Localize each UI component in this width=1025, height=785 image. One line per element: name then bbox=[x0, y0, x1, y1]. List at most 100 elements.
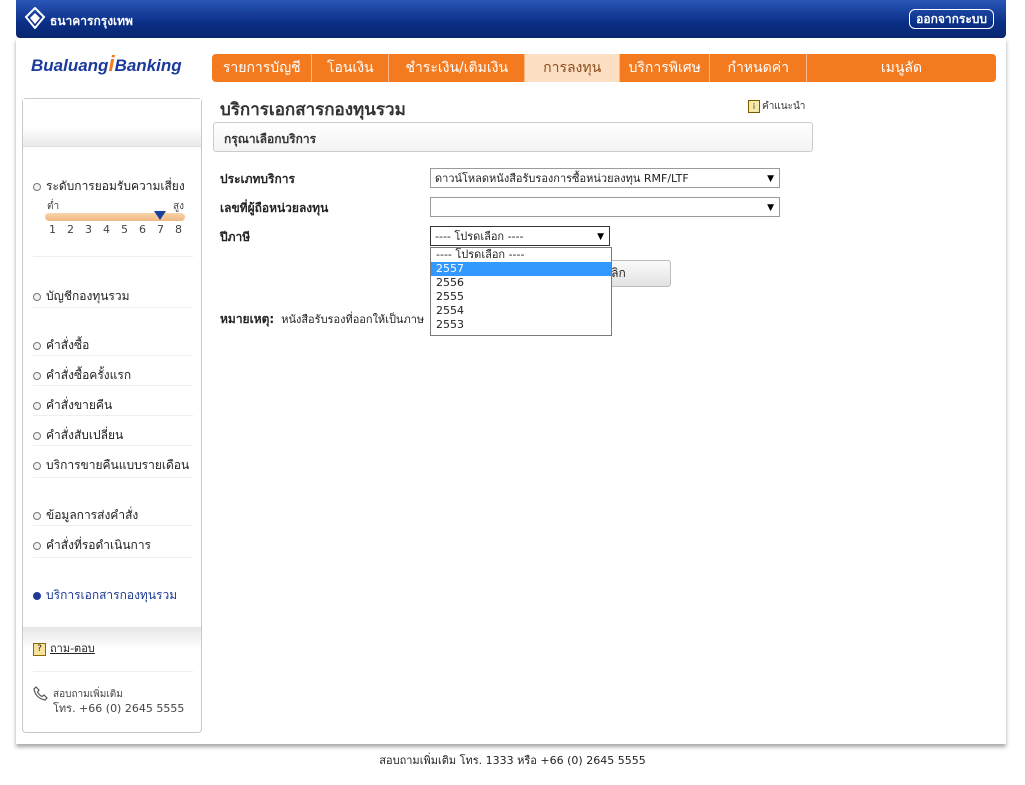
footer-contact: สอบถามเพิ่มเติม โทร. 1333 หรือ +66 (0) 2… bbox=[379, 754, 646, 767]
divider bbox=[33, 355, 193, 356]
bank-name: ธนาคารกรุงเทพ bbox=[50, 14, 133, 28]
bullet-icon bbox=[33, 182, 41, 191]
bualuang-ibanking-logo: BualuangiBanking bbox=[31, 51, 182, 77]
sidebar-item-label: บริการเอกสารกองทุนรวม bbox=[46, 588, 178, 602]
divider bbox=[33, 415, 193, 416]
risk-level-label[interactable]: ระดับการยอมรับความเสี่ยง bbox=[33, 177, 193, 196]
risk-scale-numbers: 12345678 bbox=[49, 223, 193, 236]
tax-year-dropdown-list: ---- โปรดเลือก ---- 2557 2556 2555 2554 … bbox=[430, 247, 612, 336]
logout-button[interactable]: ออกจากระบบ bbox=[909, 9, 994, 29]
bullet-icon bbox=[33, 401, 41, 410]
main-frame: BualuangiBanking รายการบัญชี โอนเงิน ชำร… bbox=[16, 38, 1006, 744]
risk-num: 8 bbox=[175, 223, 182, 236]
bullet-icon bbox=[33, 341, 41, 350]
sidebar-item-monthly-redeem[interactable]: บริการขายคืนแบบรายเดือน bbox=[33, 456, 193, 475]
faq-label: ถาม-ตอบ bbox=[50, 642, 95, 655]
risk-num: 5 bbox=[121, 223, 128, 236]
sidebar-item-fund-account[interactable]: บัญชีกองทุนรวม bbox=[33, 287, 193, 306]
sidebar-item-redeem-order[interactable]: คำสั่งขายคืน bbox=[33, 396, 193, 415]
divider bbox=[33, 557, 193, 558]
tab-accounts[interactable]: รายการบัญชี bbox=[212, 54, 313, 82]
brand-left-text: Bualuang bbox=[31, 56, 109, 75]
dropdown-option[interactable]: 2554 bbox=[431, 304, 611, 318]
divider bbox=[33, 525, 193, 526]
divider bbox=[33, 307, 193, 308]
contact-phone: โทร. +66 (0) 2645 5555 bbox=[53, 702, 185, 715]
top-header-bar: ธนาคารกรุงเทพ ออกจากระบบ bbox=[16, 0, 1006, 38]
bullet-icon bbox=[33, 292, 41, 301]
main-navigation: รายการบัญชี โอนเงิน ชำระเงิน/เติมเงิน กา… bbox=[212, 54, 996, 82]
note-label: หมายเหตุ: bbox=[220, 312, 275, 326]
tab-payment[interactable]: ชำระเงิน/เติมเงิน bbox=[389, 54, 526, 82]
bullet-icon bbox=[33, 371, 41, 380]
tab-transfer[interactable]: โอนเงิน bbox=[312, 54, 390, 82]
help-icon: i bbox=[748, 99, 760, 113]
sidebar-item-label: คำสั่งที่รอดำเนินการ bbox=[46, 538, 151, 552]
help-link[interactable]: i คำแนะนำ bbox=[748, 99, 805, 114]
chevron-down-icon: ▼ bbox=[767, 174, 774, 184]
risk-num: 6 bbox=[139, 223, 146, 236]
sidebar-item-fund-documents[interactable]: บริการเอกสารกองทุนรวม bbox=[33, 586, 193, 605]
risk-marker-icon bbox=[154, 211, 166, 220]
sidebar-item-switch-order[interactable]: คำสั่งสับเปลี่ยน bbox=[33, 426, 193, 445]
note: หมายเหตุ: หนังสือรับรองที่ออกให้เป็นภาษ bbox=[220, 310, 424, 329]
sidebar-item-label: คำสั่งซื้อ bbox=[46, 338, 90, 352]
risk-num: 1 bbox=[49, 223, 56, 236]
help-label: คำแนะนำ bbox=[762, 101, 806, 112]
risk-level-text: ระดับการยอมรับความเสี่ยง bbox=[46, 179, 185, 193]
panel-title: กรุณาเลือกบริการ bbox=[224, 132, 317, 146]
sidebar-item-label: คำสั่งขายคืน bbox=[46, 398, 113, 412]
tax-year-label: ปีภาษี bbox=[220, 230, 251, 244]
page-title: บริการเอกสารกองทุนรวม bbox=[220, 100, 406, 120]
risk-num: 3 bbox=[85, 223, 92, 236]
bullet-icon bbox=[33, 511, 41, 520]
chevron-down-icon: ▼ bbox=[597, 232, 604, 242]
unitholder-number-label: เลขที่ผู้ถือหน่วยลงทุน bbox=[220, 201, 329, 215]
sidebar-item-label: ข้อมูลการส่งคำสั่ง bbox=[46, 508, 139, 522]
service-type-value: ดาวน์โหลดหนังสือรับรองการซื้อหน่วยลงทุน … bbox=[435, 172, 689, 185]
risk-num: 4 bbox=[103, 223, 110, 236]
divider bbox=[33, 385, 193, 386]
dropdown-option-highlighted[interactable]: 2557 bbox=[431, 262, 611, 276]
divider bbox=[33, 671, 193, 672]
tab-settings[interactable]: กำหนดค่า bbox=[710, 54, 807, 82]
bullet-icon bbox=[33, 431, 41, 440]
service-panel: กรุณาเลือกบริการ bbox=[213, 122, 813, 152]
dropdown-option[interactable]: ---- โปรดเลือก ---- bbox=[431, 248, 611, 262]
unitholder-number-select[interactable]: ▼ bbox=[430, 197, 780, 217]
note-text: หนังสือรับรองที่ออกให้เป็นภาษ bbox=[281, 313, 425, 326]
service-type-select[interactable]: ดาวน์โหลดหนังสือรับรองการซื้อหน่วยลงทุน … bbox=[430, 168, 780, 188]
divider bbox=[33, 256, 193, 257]
dropdown-option[interactable]: 2553 bbox=[431, 318, 611, 332]
faq-icon: ? bbox=[33, 642, 46, 656]
risk-num: 2 bbox=[67, 223, 74, 236]
sidebar-item-buy-order[interactable]: คำสั่งซื้อ bbox=[33, 336, 193, 355]
risk-low-label: ต่ำ bbox=[47, 201, 60, 212]
dropdown-option[interactable]: 2556 bbox=[431, 276, 611, 290]
phone-icon bbox=[33, 685, 53, 704]
faq-link[interactable]: ? ถาม-ตอบ bbox=[33, 639, 95, 657]
sidebar-item-pending-orders[interactable]: คำสั่งที่รอดำเนินการ bbox=[33, 536, 193, 555]
divider bbox=[33, 477, 193, 478]
sidebar-item-order-info[interactable]: ข้อมูลการส่งคำสั่ง bbox=[33, 506, 193, 525]
tab-special-services[interactable]: บริการพิเศษ bbox=[620, 54, 711, 82]
sidebar: ระดับการยอมรับความเสี่ยง ต่ำ สูง 1234567… bbox=[22, 98, 202, 733]
tab-shortcut-menu[interactable]: เมนูลัด bbox=[807, 54, 996, 82]
sidebar-item-first-buy-order[interactable]: คำสั่งซื้อครั้งแรก bbox=[33, 366, 193, 385]
sidebar-item-label: คำสั่งสับเปลี่ยน bbox=[46, 428, 124, 442]
bullet-icon bbox=[33, 461, 41, 470]
risk-high-label: สูง bbox=[173, 201, 184, 212]
sidebar-item-label: คำสั่งซื้อครั้งแรก bbox=[46, 368, 132, 382]
bank-logo-icon bbox=[24, 7, 46, 29]
dropdown-option[interactable]: 2555 bbox=[431, 290, 611, 304]
sidebar-item-label: บัญชีกองทุนรวม bbox=[46, 289, 130, 303]
tax-year-select[interactable]: ---- โปรดเลือก ---- ▼ bbox=[430, 226, 610, 246]
risk-num: 7 bbox=[157, 223, 164, 236]
service-type-label: ประเภทบริการ bbox=[220, 172, 295, 186]
sidebar-item-label: บริการขายคืนแบบรายเดือน bbox=[46, 458, 190, 472]
tab-investment[interactable]: การลงทุน bbox=[525, 54, 620, 82]
divider bbox=[33, 445, 193, 446]
sidebar-header bbox=[23, 99, 201, 147]
brand-right-text: Banking bbox=[114, 56, 182, 75]
chevron-down-icon: ▼ bbox=[767, 203, 774, 213]
